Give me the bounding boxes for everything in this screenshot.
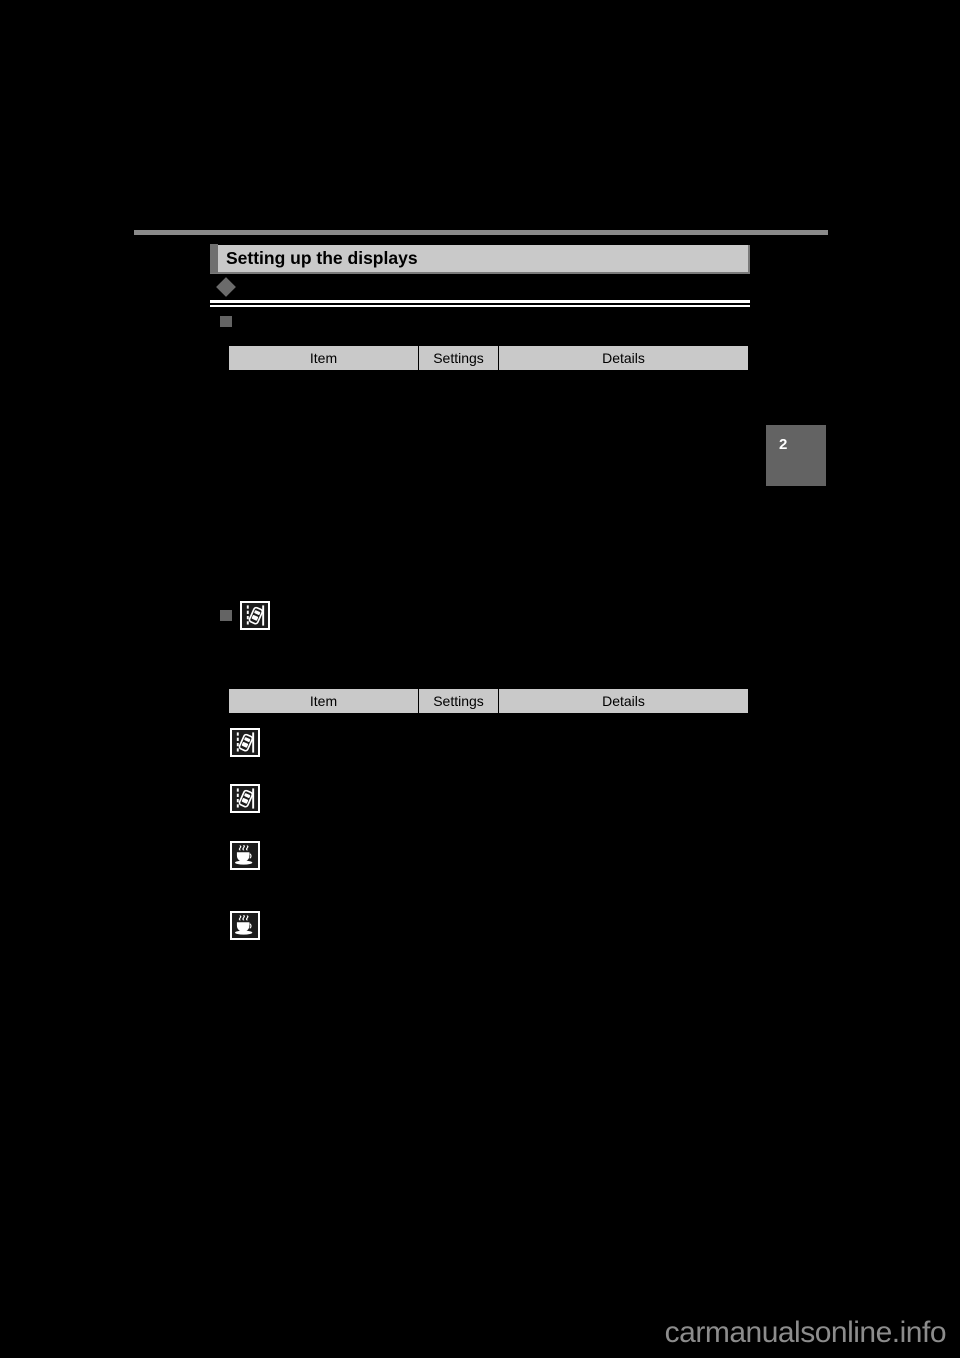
diamond-bullet-icon — [216, 277, 236, 297]
double-rule-divider — [210, 300, 750, 308]
page-title: Setting up the displays — [226, 247, 418, 268]
table-header-row: Item Settings Details — [228, 688, 749, 714]
column-header-details: Details — [602, 693, 645, 709]
coffee-cup-glyph — [232, 913, 258, 938]
page-number: 2 — [779, 436, 788, 453]
divider-line-upper — [210, 300, 750, 303]
column-header-item: Item — [229, 346, 419, 370]
lane-departure-alert-icon — [240, 601, 270, 630]
coffee-cup-glyph — [232, 843, 258, 868]
square-bullet-icon — [220, 316, 232, 327]
header-rule — [134, 230, 828, 235]
diamond-bullet-label — [240, 280, 745, 296]
lane-departure-alert-icon — [230, 784, 260, 813]
page-canvas: Setting up the displays Item Settings De… — [0, 0, 960, 1358]
square-bullet-icon — [220, 610, 232, 621]
column-header-item: Item — [229, 689, 419, 713]
column-header-details: Details — [602, 350, 645, 366]
page-number-tab: 2 — [766, 425, 826, 486]
section-accent-bar — [210, 244, 218, 273]
lane-departure-alert-glyph — [242, 603, 268, 628]
rest-reminder-coffee-cup-icon — [230, 841, 260, 870]
table-header-row: Item Settings Details — [228, 345, 749, 371]
column-header-settings: Settings — [419, 689, 499, 713]
lane-departure-alert-glyph — [232, 786, 258, 811]
section-heading-bar: Setting up the displays — [210, 244, 750, 274]
column-header-settings: Settings — [419, 346, 499, 370]
site-watermark: carmanualsonline.info — [664, 1316, 947, 1349]
rest-reminder-coffee-cup-icon — [230, 911, 260, 940]
lane-departure-alert-glyph — [232, 730, 258, 755]
divider-line-lower — [210, 305, 750, 307]
lane-departure-alert-icon — [230, 728, 260, 757]
